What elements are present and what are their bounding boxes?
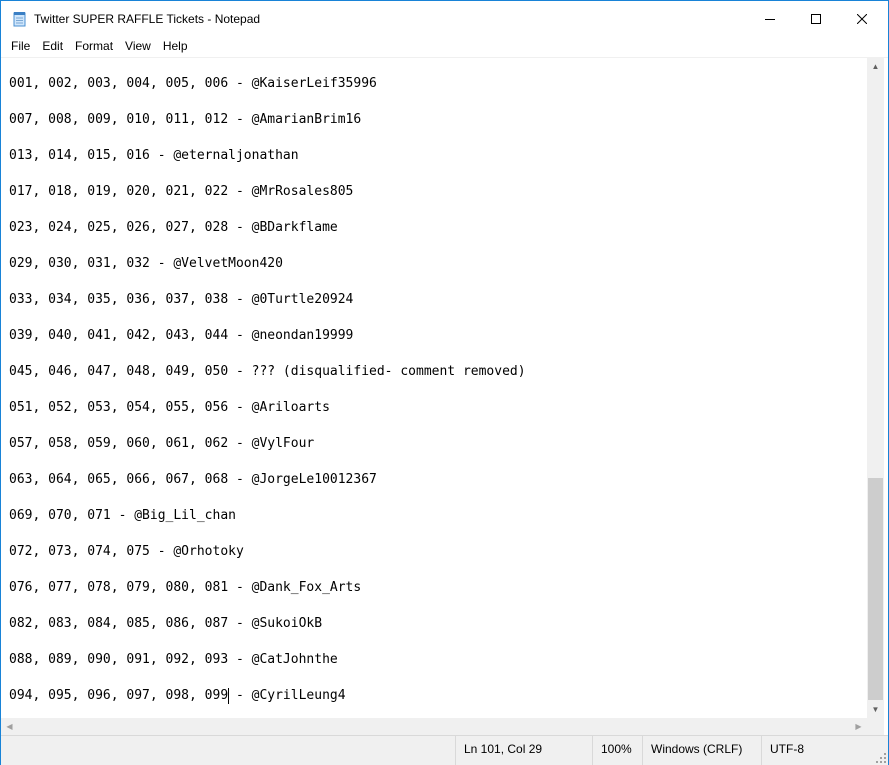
title-bar[interactable]: Twitter SUPER RAFFLE Tickets - Notepad <box>1 1 888 37</box>
cursor-position: Ln 101, Col 29 <box>455 736 592 765</box>
text-line: 057, 058, 059, 060, 061, 062 - @VylFour <box>9 436 315 451</box>
menu-format[interactable]: Format <box>69 37 119 57</box>
notepad-window: Twitter SUPER RAFFLE Tickets - Notepad F… <box>0 0 889 765</box>
vertical-scrollbar[interactable]: ▲ ▼ <box>867 58 884 718</box>
notepad-app-icon[interactable] <box>13 11 27 27</box>
text-line: 063, 064, 065, 066, 067, 068 - @JorgeLe1… <box>9 472 377 487</box>
status-bar: Ln 101, Col 29 100% Windows (CRLF) UTF-8 <box>1 735 888 765</box>
line-ending: Windows (CRLF) <box>642 736 761 765</box>
text-line: 029, 030, 031, 032 - @VelvetMoon420 <box>9 256 283 271</box>
text-line: 039, 040, 041, 042, 043, 044 - @neondan1… <box>9 328 354 343</box>
zoom-level: 100% <box>592 736 643 765</box>
text-line: 045, 046, 047, 048, 049, 050 - ??? (disq… <box>9 364 526 379</box>
text-line: 069, 070, 071 - @Big_Lil_chan <box>9 508 236 523</box>
menu-file[interactable]: File <box>1 37 36 57</box>
scroll-up-arrow-icon[interactable]: ▲ <box>867 58 884 75</box>
window-title: Twitter SUPER RAFFLE Tickets - Notepad <box>34 12 261 26</box>
maximize-icon <box>811 14 821 24</box>
close-icon <box>857 14 867 24</box>
text-line: 072, 073, 074, 075 - @Orhotoky <box>9 544 244 559</box>
menu-edit[interactable]: Edit <box>36 37 69 57</box>
text-line: 007, 008, 009, 010, 011, 012 - @AmarianB… <box>9 112 362 127</box>
text-caret <box>228 688 230 704</box>
text-line: 076, 077, 078, 079, 080, 081 - @Dank_Fox… <box>9 580 362 595</box>
scroll-down-arrow-icon[interactable]: ▼ <box>867 701 884 718</box>
horizontal-scrollbar[interactable]: ◀ ▶ <box>1 718 867 735</box>
menu-bar: File Edit Format View Help <box>1 37 888 57</box>
scrollbar-corner <box>867 718 884 735</box>
text-line: 033, 034, 035, 036, 037, 038 - @0Turtle2… <box>9 292 354 307</box>
text-line: 001, 002, 003, 004, 005, 006 - @KaiserLe… <box>9 76 377 91</box>
maximize-button[interactable] <box>793 1 839 37</box>
text-line: 082, 083, 084, 085, 086, 087 - @SukoiOkB <box>9 616 323 631</box>
encoding: UTF-8 <box>761 736 880 765</box>
minimize-button[interactable] <box>747 1 793 37</box>
text-line: 088, 089, 090, 091, 092, 093 - @CatJohnt… <box>9 652 338 667</box>
text-editor[interactable]: 001, 002, 003, 004, 005, 006 - @KaiserLe… <box>1 58 867 718</box>
text-line: 051, 052, 053, 054, 055, 056 - @Ariloart… <box>9 400 330 415</box>
close-button[interactable] <box>839 1 885 37</box>
text-line: 094, 095, 096, 097, 098, 099 - @CyrilLeu… <box>9 688 346 703</box>
text-line: 013, 014, 015, 016 - @eternaljonathan <box>9 148 299 163</box>
menu-view[interactable]: View <box>119 37 157 57</box>
text-line: 017, 018, 019, 020, 021, 022 - @MrRosale… <box>9 184 354 199</box>
vertical-scroll-thumb[interactable] <box>868 478 883 700</box>
minimize-icon <box>765 19 775 20</box>
text-line: 023, 024, 025, 026, 027, 028 - @BDarkfla… <box>9 220 338 235</box>
resize-grip-icon[interactable] <box>876 753 886 763</box>
scroll-left-arrow-icon[interactable]: ◀ <box>1 718 18 735</box>
menu-help[interactable]: Help <box>157 37 194 57</box>
scroll-right-arrow-icon[interactable]: ▶ <box>850 718 867 735</box>
